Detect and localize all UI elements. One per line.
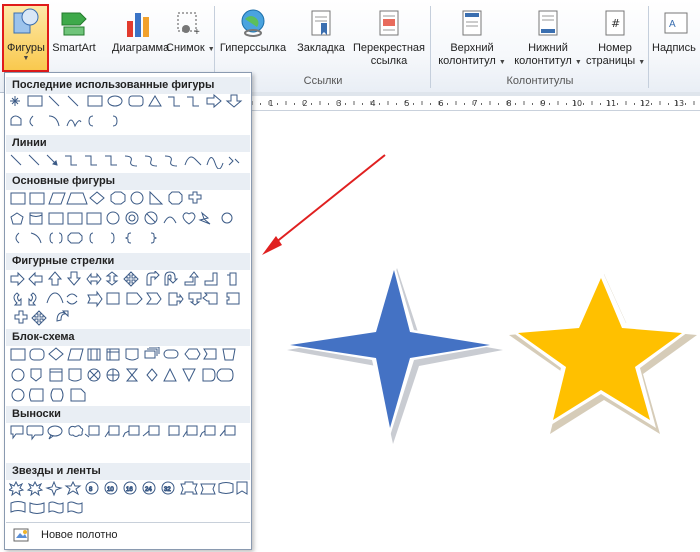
divider bbox=[648, 6, 649, 88]
ruler-label: 2 bbox=[302, 99, 307, 108]
ruler-label: 13 bbox=[674, 99, 684, 108]
ruler-label: 3 bbox=[336, 99, 341, 108]
chart-button[interactable]: Диаграмма bbox=[112, 2, 170, 68]
textbox-button[interactable]: A Надпись bbox=[652, 2, 700, 68]
stars-banners-grid[interactable]: 8 10 16 24 32 bbox=[9, 481, 249, 517]
cross-reference-label-1: Перекрестная bbox=[353, 42, 425, 54]
group-label-headers: Колонтитулы bbox=[506, 75, 574, 87]
footer-icon bbox=[538, 10, 558, 36]
screenshot-icon: + bbox=[177, 12, 200, 38]
section-basic-shapes: Основные фигуры bbox=[6, 173, 250, 190]
section-flowchart: Блок-схема bbox=[6, 329, 250, 346]
section-block-arrows: Фигурные стрелки bbox=[6, 253, 250, 270]
new-canvas-icon bbox=[13, 528, 29, 542]
page-number-label-2: страницы ▼ bbox=[586, 55, 646, 67]
chevron-down-icon: ▼ bbox=[22, 55, 30, 62]
hyperlink-button-label: Гиперссылка bbox=[219, 42, 287, 54]
header-label-1: Верхний bbox=[450, 42, 494, 54]
ruler-label: 4 bbox=[370, 99, 375, 108]
ruler-label: 10 bbox=[572, 99, 582, 108]
svg-text:#: # bbox=[611, 17, 620, 30]
svg-text:+: + bbox=[194, 27, 200, 38]
shapes-button-label: Фигуры bbox=[7, 42, 45, 54]
screenshot-button[interactable]: + Снимок ▼ bbox=[166, 2, 215, 68]
smartart-icon bbox=[61, 12, 87, 36]
chart-button-label: Диаграмма bbox=[112, 42, 170, 54]
divider bbox=[6, 522, 250, 523]
hyperlink-button[interactable]: Гиперссылка bbox=[218, 2, 288, 68]
svg-text:32: 32 bbox=[164, 487, 171, 493]
screenshot-button-label: Снимок ▼ bbox=[166, 42, 215, 54]
svg-text:10: 10 bbox=[107, 487, 114, 493]
ruler-label: 5 bbox=[404, 99, 409, 108]
cross-reference-button[interactable]: Перекрестная ссылка bbox=[350, 2, 428, 68]
ruler-label: 11 bbox=[606, 99, 616, 108]
cross-reference-label-2: ссылка bbox=[370, 55, 408, 67]
header-button[interactable]: Верхний колонтитул ▼ bbox=[436, 2, 508, 68]
hyperlink-icon bbox=[241, 9, 265, 37]
ruler-label: 6 bbox=[438, 99, 443, 108]
ruler-label: 9 bbox=[540, 99, 545, 108]
document-canvas bbox=[262, 154, 697, 444]
lines-grid[interactable] bbox=[9, 153, 249, 169]
callouts-grid[interactable] bbox=[9, 424, 249, 442]
chart-icon bbox=[127, 13, 149, 37]
svg-text:24: 24 bbox=[145, 487, 152, 493]
ruler-label: 1 bbox=[268, 99, 273, 108]
section-lines: Линии bbox=[6, 135, 250, 152]
basic-shapes-grid[interactable] bbox=[9, 191, 249, 251]
ruler-ticks: 1 2 3 4 5 6 7 8 9 10 11 12 13 bbox=[251, 99, 695, 108]
page-number-label-1: Номер bbox=[598, 42, 632, 54]
header-label-2: колонтитул ▼ bbox=[438, 55, 506, 67]
svg-text:8: 8 bbox=[89, 487, 93, 493]
section-callouts: Выноски bbox=[6, 406, 250, 423]
flowchart-grid[interactable] bbox=[9, 347, 249, 403]
cross-reference-icon bbox=[379, 10, 399, 36]
page-number-icon: # bbox=[605, 10, 625, 36]
new-canvas-menu-item[interactable]: Новое полотно bbox=[11, 525, 247, 545]
textbox-button-label: Надпись bbox=[652, 42, 696, 54]
new-canvas-label: Новое полотно bbox=[41, 529, 118, 541]
bookmark-button[interactable]: Закладка bbox=[292, 2, 350, 68]
ruler-label: 12 bbox=[640, 99, 650, 108]
block-arrows-grid[interactable] bbox=[9, 271, 249, 331]
red-arrow-line bbox=[269, 154, 386, 248]
bookmark-icon bbox=[311, 10, 331, 36]
footer-button[interactable]: Нижний колонтитул ▼ bbox=[512, 2, 584, 68]
section-recent-shapes: Последние использованные фигуры bbox=[6, 77, 250, 94]
bookmark-button-label: Закладка bbox=[297, 42, 345, 54]
svg-text:16: 16 bbox=[126, 487, 133, 493]
shapes-button[interactable]: Фигуры ▼ bbox=[2, 2, 50, 68]
horizontal-ruler[interactable]: 1 2 3 4 5 6 7 8 9 10 11 12 13 bbox=[248, 96, 700, 111]
page-number-button[interactable]: # Номер страницы ▼ bbox=[586, 2, 646, 68]
four-point-star[interactable] bbox=[282, 262, 503, 444]
shapes-gallery-panel: Последние использованные фигуры Линии Ос… bbox=[4, 72, 252, 550]
ruler-label: 8 bbox=[506, 99, 511, 108]
svg-text:A: A bbox=[669, 19, 676, 30]
smartart-button[interactable]: SmartArt bbox=[50, 2, 98, 68]
section-stars-banners: Звезды и ленты bbox=[6, 463, 250, 480]
divider bbox=[430, 6, 431, 88]
footer-label-1: Нижний bbox=[528, 42, 568, 54]
ruler-label: 7 bbox=[472, 99, 477, 108]
header-icon bbox=[462, 10, 482, 36]
recent-shapes-grid[interactable] bbox=[9, 94, 249, 132]
footer-label-2: колонтитул ▼ bbox=[514, 55, 582, 67]
five-point-star[interactable] bbox=[508, 268, 697, 434]
shapes-icon bbox=[13, 8, 39, 34]
smartart-button-label: SmartArt bbox=[52, 42, 96, 54]
textbox-icon: A bbox=[664, 12, 688, 34]
